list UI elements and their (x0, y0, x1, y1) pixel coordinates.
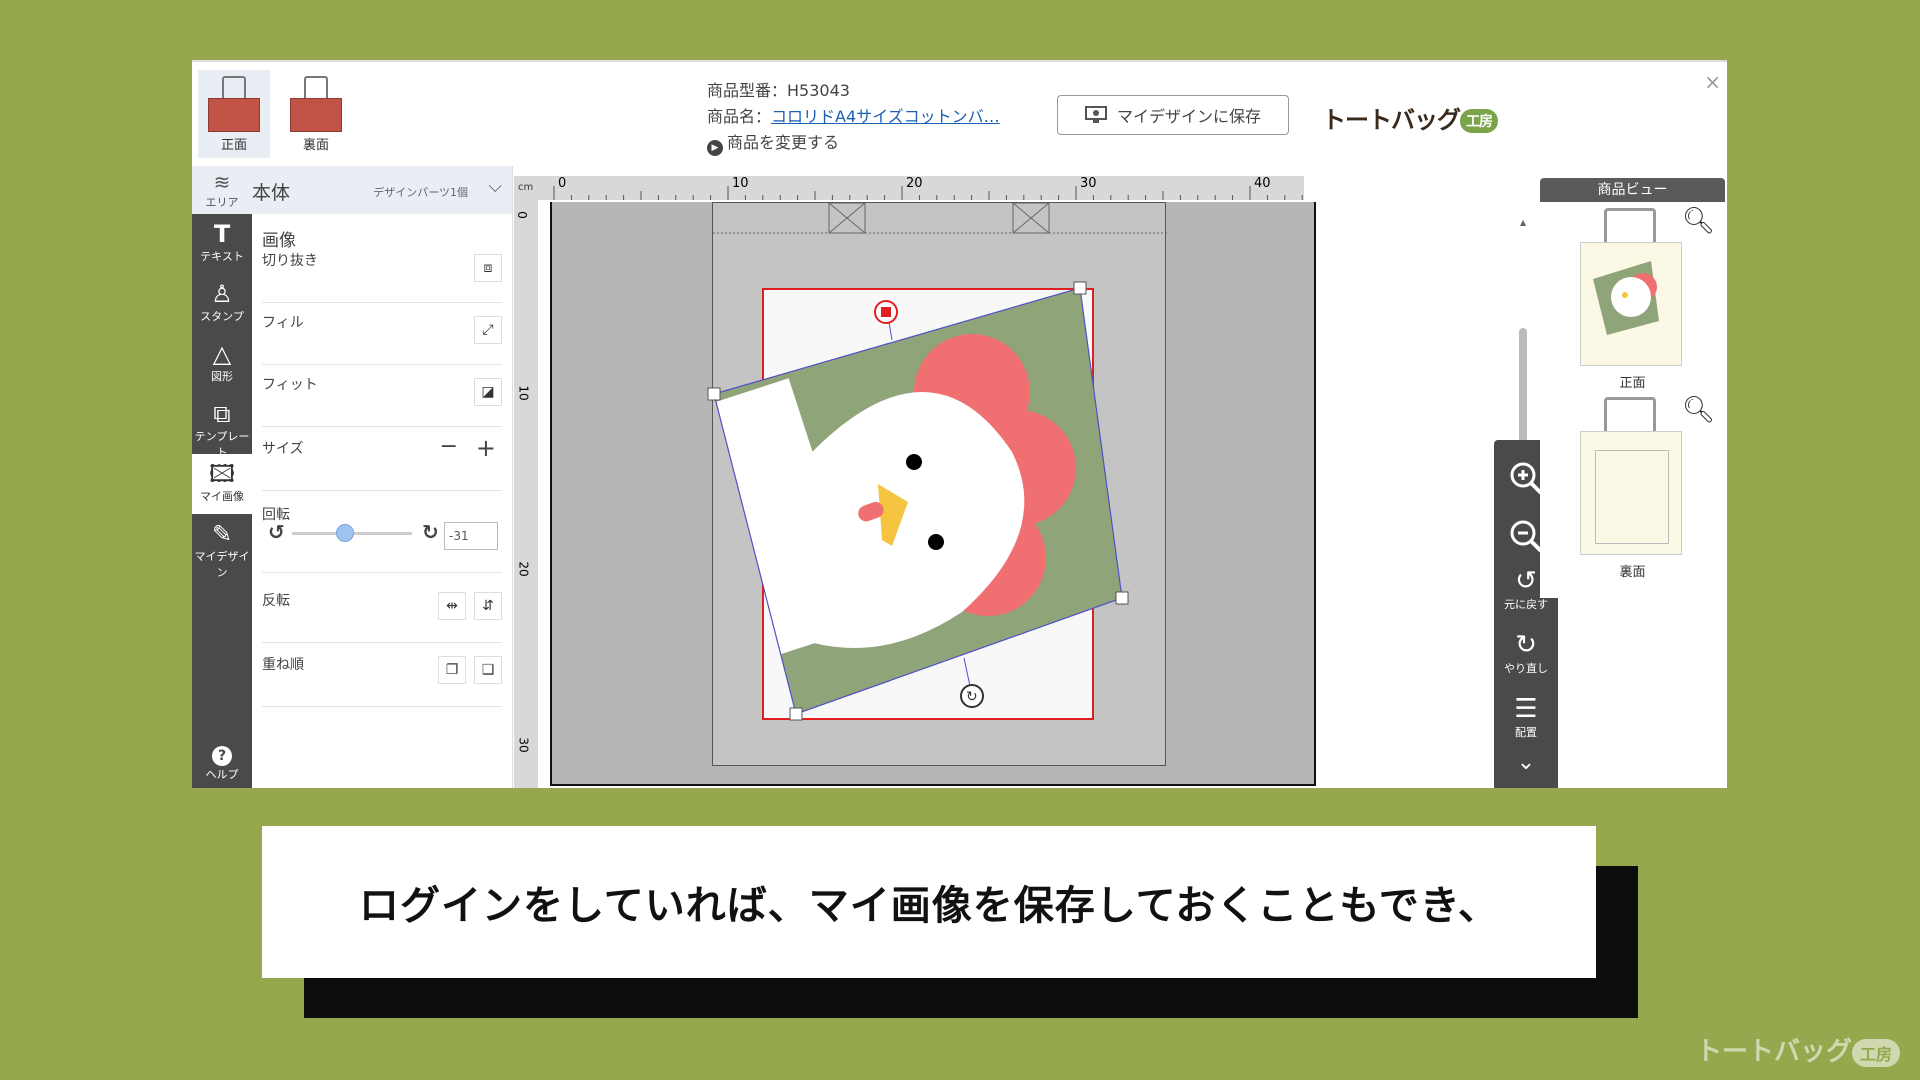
view-back[interactable]: 🔍︎ 裏面 (1540, 395, 1725, 592)
selected-image[interactable]: ↻ (552, 202, 1318, 786)
zoom-out-icon (1510, 520, 1543, 553)
resize-handle[interactable] (1115, 591, 1129, 605)
view-front[interactable]: 🔍︎ 正面 (1540, 202, 1725, 397)
magnify-back-icon[interactable]: 🔍︎ (1682, 395, 1715, 425)
magnify-front-icon[interactable]: 🔍︎ (1682, 206, 1715, 236)
resize-handle[interactable] (789, 707, 803, 721)
view-front-label: 正面 (1619, 376, 1646, 391)
design-icon: ✎ (211, 520, 233, 548)
properties-panel: 本体 デザインパーツ1個 ⌵ 画像 切り抜き ⧈ フィル ⤢ フィット ◪ サイ… (252, 166, 513, 788)
layers-icon: ≋ (213, 170, 231, 194)
svg-text:↻: ↻ (966, 689, 978, 705)
area-selector[interactable]: 本体 デザインパーツ1個 ⌵ (252, 166, 512, 214)
mini-illustration (1593, 261, 1659, 335)
rotate-row: 回転 ↺ ↻ -31 (262, 504, 502, 573)
save-design-button[interactable]: マイデザインに保存 (1057, 95, 1289, 135)
redo-button[interactable]: ↻ やり直し (1494, 630, 1558, 694)
flip-horizontal-icon[interactable]: ⇹ (438, 592, 466, 620)
crop-icon[interactable]: ⧈ (474, 254, 502, 282)
shape-icon: △ (212, 340, 232, 368)
tab-front[interactable]: 正面 (198, 70, 270, 158)
scroll-up-icon[interactable]: ▲ (1520, 218, 1526, 227)
bag-back-icon (290, 76, 342, 132)
align-icon: ☰ (1514, 694, 1538, 724)
design-canvas-area: cm 0 10 20 30 40 50 0 10 20 30 (514, 166, 1527, 788)
parts-count: デザインパーツ1個 (373, 186, 468, 199)
flip-vertical-icon[interactable]: ⇵ (474, 592, 502, 620)
product-info: 商品型番：H53043 商品名：コロリドA4サイズコットンバ… ▶ 商品を変更する (707, 78, 1000, 156)
chevron-down-icon: ⌵ (488, 176, 502, 197)
tab-back-label: 裏面 (302, 138, 329, 153)
bag-front-icon (208, 76, 260, 132)
resize-handle[interactable] (1073, 281, 1087, 295)
change-product-button[interactable]: ▶ 商品を変更する (707, 130, 1000, 156)
tool-sidebar: ≋ エリア T テキスト ♙ スタンプ △ 図形 ⧉ テンプレート 🖾 マイ画像 ✎ マイデ… (192, 166, 252, 788)
rotate-input[interactable]: -31 (444, 522, 498, 550)
mini-bag-back (1580, 431, 1682, 555)
stamp-icon: ♙ (211, 280, 233, 308)
tool-template[interactable]: ⧉ テンプレート (192, 394, 252, 459)
tab-front-label: 正面 (220, 138, 247, 153)
view-back-label: 裏面 (1619, 565, 1646, 580)
area-title: 本体 (252, 182, 291, 204)
product-code: 商品型番：H53043 (707, 81, 850, 100)
product-name-link[interactable]: コロリドA4サイズコットンバ… (771, 107, 1000, 126)
rotate-slider-handle[interactable] (336, 524, 354, 542)
rotate-slider[interactable] (292, 524, 412, 542)
fill-row: フィル ⤢ (262, 312, 502, 365)
image-icon: 🖾 (208, 460, 236, 488)
section-title: 画像 (262, 231, 296, 251)
send-backward-icon[interactable]: ❏ (474, 656, 502, 684)
monitor-icon (1084, 106, 1107, 123)
tool-text[interactable]: T テキスト (192, 214, 252, 274)
fit-row: フィット ◪ (262, 374, 502, 427)
editor-header: 正面 裏面 商品型番：H53043 商品名：コロリドA4サイズコットンバ… ▶ 商… (192, 62, 1727, 166)
product-name: 商品名：コロリドA4サイズコットンバ… (707, 107, 1000, 126)
help-button[interactable]: ? ヘルプ (192, 746, 252, 782)
order-row: 重ね順 ❐ ❏ (262, 654, 502, 707)
align-button[interactable]: ☰ 配置 (1494, 694, 1558, 752)
ruler-top: cm 0 10 20 30 40 50 (514, 176, 1304, 200)
size-minus-button[interactable]: − (440, 434, 458, 459)
editor-window: 正面 裏面 商品型番：H53043 商品名：コロリドA4サイズコットンバ… ▶ 商… (192, 60, 1727, 788)
play-icon: ▶ (707, 140, 723, 156)
close-icon[interactable]: × (1704, 70, 1721, 94)
tool-my-design[interactable]: ✎ マイデザイン (192, 514, 252, 579)
bring-forward-icon[interactable]: ❐ (438, 656, 466, 684)
tool-shape[interactable]: △ 図形 (192, 334, 252, 394)
brand-logo: トートバッグ 工房 (1322, 100, 1498, 135)
chevron-down-icon[interactable]: ⌄ (1494, 752, 1558, 774)
tab-back[interactable]: 裏面 (280, 70, 352, 158)
mini-bag-front (1580, 242, 1682, 366)
resize-handle[interactable] (707, 387, 721, 401)
ruler-left: 0 10 20 30 (514, 200, 538, 788)
rotate-right-icon[interactable]: ↻ (422, 520, 439, 544)
canvas-stage[interactable]: ↻ (550, 202, 1316, 786)
corner-logo: トートバッグ 工房 (1696, 1031, 1900, 1068)
size-row: サイズ − + (262, 434, 502, 491)
tool-stamp[interactable]: ♙ スタンプ (192, 274, 252, 334)
crop-row: 切り抜き ⧈ (262, 250, 502, 303)
zoom-in-icon (1510, 462, 1543, 495)
size-plus-button[interactable]: + (476, 434, 496, 462)
template-icon: ⧉ (213, 400, 231, 428)
text-icon: T (213, 220, 231, 248)
fill-icon[interactable]: ⤢ (474, 316, 502, 344)
rotate-left-icon[interactable]: ↺ (268, 520, 285, 544)
redo-icon: ↻ (1515, 630, 1537, 660)
product-view-panel: 商品ビュー 🔍︎ 正面 🔍︎ 裏面 (1540, 178, 1725, 598)
product-view-title: 商品ビュー (1540, 178, 1725, 202)
fit-icon[interactable]: ◪ (474, 378, 502, 406)
help-icon: ? (212, 746, 232, 766)
area-button[interactable]: ≋ エリア (192, 166, 252, 214)
tool-my-image[interactable]: 🖾 マイ画像 (192, 454, 252, 514)
flip-row: 反転 ⇹ ⇵ (262, 590, 502, 643)
ruler-top-ticks (553, 186, 1303, 200)
caption-text: ログインをしていれば、マイ画像を保存しておくこともでき、 (262, 826, 1596, 978)
